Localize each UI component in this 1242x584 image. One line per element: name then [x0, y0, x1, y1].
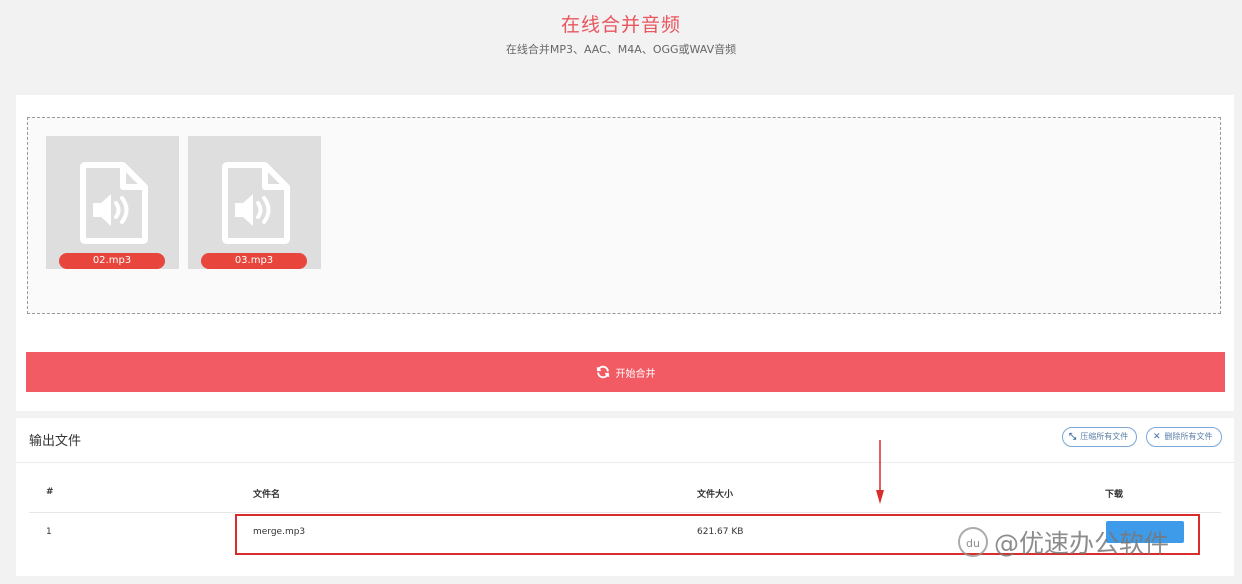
file-name-tag: 02.mp3	[59, 253, 165, 269]
column-header-filename: 文件名	[253, 490, 281, 500]
delete-all-button[interactable]: ✕ 删除所有文件	[1146, 427, 1222, 447]
start-merge-button[interactable]: 开始合并	[26, 352, 1225, 392]
compress-all-button[interactable]: ⤡ 压缩所有文件	[1062, 427, 1138, 447]
page-subtitle: 在线合并MP3、AAC、M4A、OGG或WAV音频	[505, 43, 737, 56]
audio-file-icon	[80, 162, 148, 244]
file-tile[interactable]: 03.mp3	[188, 136, 321, 269]
divider	[16, 462, 1234, 463]
start-merge-label: 开始合并	[615, 368, 656, 380]
download-button[interactable]	[1106, 521, 1184, 543]
page-title: 在线合并音频	[560, 14, 681, 36]
file-tile[interactable]: 02.mp3	[46, 136, 179, 269]
close-icon: ✕	[1153, 432, 1161, 442]
drop-zone[interactable]: 02.mp3 03.mp3	[27, 117, 1221, 314]
upload-card: 02.mp3 03.mp3 开始合并	[16, 95, 1234, 411]
compress-all-label: 压缩所有文件	[1080, 432, 1129, 441]
output-title: 输出文件	[29, 434, 82, 449]
column-header-index: #	[46, 487, 54, 497]
refresh-icon	[596, 365, 609, 379]
row-filename: merge.mp3	[253, 527, 306, 537]
file-name-tag: 03.mp3	[201, 253, 307, 269]
output-card: 输出文件 ⤡ 压缩所有文件 ✕ 删除所有文件 # 文件名 文件大小 下载 1 m…	[16, 418, 1234, 576]
audio-file-icon	[222, 162, 290, 244]
arrow-down-icon	[876, 440, 884, 504]
row-filesize: 621.67 KB	[697, 527, 744, 537]
column-header-size: 文件大小	[697, 490, 734, 500]
row-index: 1	[46, 527, 52, 537]
compress-icon: ⤡	[1069, 432, 1077, 442]
column-header-download: 下载	[1105, 490, 1124, 500]
delete-all-label: 删除所有文件	[1164, 432, 1213, 441]
table-header-line	[29, 512, 1221, 513]
